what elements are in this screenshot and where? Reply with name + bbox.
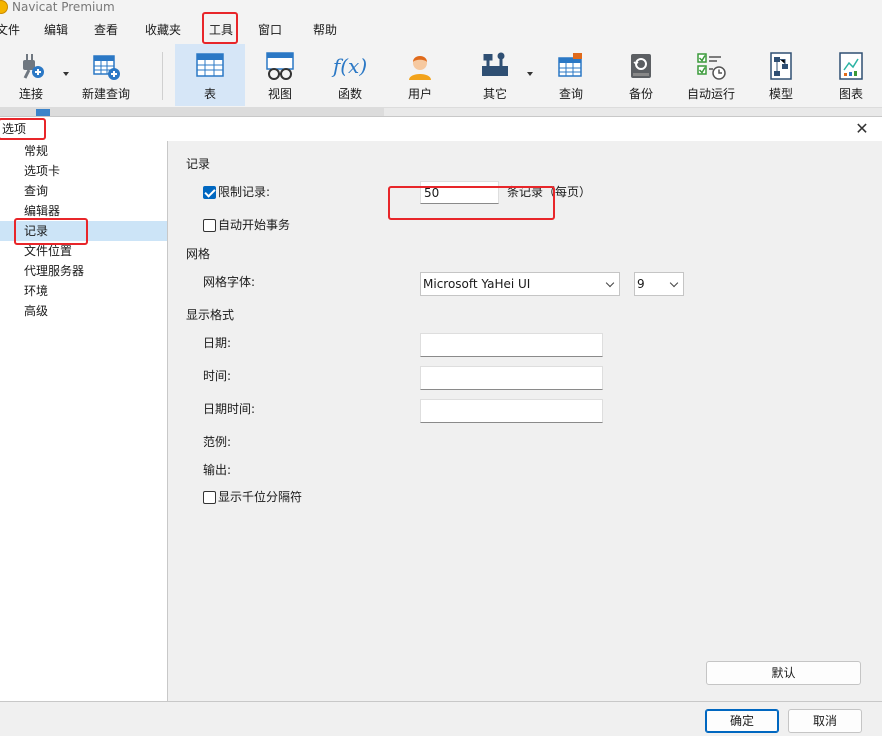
window-title: Navicat Premium [12,0,115,14]
sidebar-item-editor[interactable]: 编辑器 [0,201,167,221]
toolbar-label: 新建查询 [81,87,130,101]
menu-file[interactable]: 文件 [0,22,20,38]
menu-view[interactable]: 查看 [94,22,118,38]
time-format-label: 时间: [203,369,232,383]
tab-strip [0,108,882,116]
chevron-down-icon [669,278,679,288]
sidebar-item-general[interactable]: 常规 [0,141,167,161]
toolbar-label: 图表 [838,87,863,101]
sample-label: 范例: [203,435,232,449]
others-dropdown-icon[interactable] [527,72,533,76]
toolbar-label: 自动运行 [686,87,735,101]
dialog-title: 选项 [2,122,27,136]
grid-font-size-select[interactable]: 9 [634,272,684,296]
tools-icon [482,52,508,76]
title-bar: Navicat Premium [0,0,882,16]
dialog-header: 选项 ✕ [0,117,882,141]
user-icon [409,56,431,80]
toolbar-backup-button[interactable]: 备份 [606,44,676,106]
toolbar-label: 函数 [337,87,362,101]
object-tab[interactable] [0,108,384,116]
query-icon [558,53,582,77]
records-section-title: 记录 [186,157,211,171]
grid-section-title: 网格 [186,247,211,261]
sidebar-item-proxy[interactable]: 代理服务器 [0,261,167,281]
toolbar-label: 模型 [768,87,793,101]
menu-favorites[interactable]: 收藏夹 [145,22,181,38]
limit-records-label: 限制记录: [218,185,271,199]
records-per-page-input[interactable]: 50 [420,181,499,204]
sidebar-item-query[interactable]: 查询 [0,181,167,201]
table-tab-icon [36,109,50,116]
limit-records-checkbox[interactable] [203,186,216,199]
toolbar-view-button[interactable]: 视图 [245,44,315,106]
plug-icon [23,54,44,79]
menu-tools[interactable]: 工具 [209,22,233,38]
backup-icon [631,54,651,78]
menu-window[interactable]: 窗口 [258,22,282,38]
toolbar-model-button[interactable]: 模型 [746,44,816,106]
automation-icon [697,53,726,80]
dialog-footer: 确定 取消 [0,701,882,736]
grid-font-value: Microsoft YaHei UI [423,277,531,291]
date-format-input[interactable] [420,333,603,357]
auto-transaction-checkbox[interactable] [203,219,216,232]
toolbar-connection-button[interactable]: 连接 [0,44,62,106]
datetime-format-label: 日期时间: [203,402,256,416]
view-icon [266,52,294,80]
sidebar-item-environment[interactable]: 环境 [0,281,167,301]
output-label: 输出: [203,463,232,477]
grid-font-select[interactable]: Microsoft YaHei UI [420,272,620,296]
sidebar-item-records[interactable]: 记录 [0,221,167,241]
navicat-logo-icon [0,0,8,14]
format-section-title: 显示格式 [186,308,235,322]
toolbar-label: 查询 [558,87,583,101]
auto-transaction-label: 自动开始事务 [218,218,291,232]
toolbar-label: 连接 [18,87,43,101]
toolbar-automation-button[interactable]: 自动运行 [676,44,746,106]
grid-font-size-value: 9 [637,277,645,291]
menu-help[interactable]: 帮助 [313,22,337,38]
menu-bar: 文件 编辑 查看 收藏夹 工具 窗口 帮助 [0,12,882,44]
default-button[interactable]: 默认 [706,661,861,685]
records-per-page-suffix: 条记录（每页） [507,185,592,199]
thousands-separator-checkbox[interactable] [203,491,216,504]
sidebar-item-tabs[interactable]: 选项卡 [0,161,167,181]
toolbar-function-button[interactable]: f(x) 函数 [315,44,385,106]
sidebar-item-file-location[interactable]: 文件位置 [0,241,167,261]
toolbar-label: 其它 [482,87,507,101]
cancel-button[interactable]: 取消 [788,709,862,733]
ok-button[interactable]: 确定 [705,709,779,733]
toolbar-others-button[interactable]: 其它 [460,44,530,106]
toolbar-label: 用户 [407,87,432,101]
chevron-down-icon [605,278,615,288]
toolbar-label: 视图 [267,87,292,101]
thousands-separator-label: 显示千位分隔符 [218,490,303,504]
options-dialog: 选项 ✕ 常规 选项卡 查询 编辑器 记录 文件位置 代理服务器 环境 高级 记… [0,116,882,736]
records-settings-panel: 记录 限制记录: 50 条记录（每页） 自动开始事务 网格 网格字体: Micr… [169,141,882,701]
toolbar-query-button[interactable]: 查询 [536,44,606,106]
close-icon[interactable]: ✕ [852,119,872,139]
function-icon: f(x) [332,54,368,78]
model-icon [770,52,792,80]
chart-icon [839,52,863,80]
table-icon [196,53,224,77]
menu-edit[interactable]: 编辑 [44,22,68,38]
date-format-label: 日期: [203,336,232,350]
datetime-format-input[interactable] [420,399,603,423]
connection-dropdown-icon[interactable] [63,72,69,76]
sidebar-item-advanced[interactable]: 高级 [0,301,167,321]
main-toolbar: 连接 新建查询 表 视图 f(x) 函数 用户 其它 查询 备份 自动运行 模型… [0,44,882,108]
time-format-input[interactable] [420,366,603,390]
toolbar-new-query-button[interactable]: 新建查询 [72,44,140,106]
toolbar-table-button[interactable]: 表 [175,44,245,106]
toolbar-label: 备份 [628,87,653,101]
toolbar-separator [162,52,163,100]
toolbar-chart-button[interactable]: 图表 [816,44,882,106]
new-query-icon [93,55,120,80]
grid-font-label: 网格字体: [203,275,256,289]
toolbar-label: 表 [203,87,216,101]
options-sidebar: 常规 选项卡 查询 编辑器 记录 文件位置 代理服务器 环境 高级 [0,141,168,701]
toolbar-user-button[interactable]: 用户 [385,44,455,106]
